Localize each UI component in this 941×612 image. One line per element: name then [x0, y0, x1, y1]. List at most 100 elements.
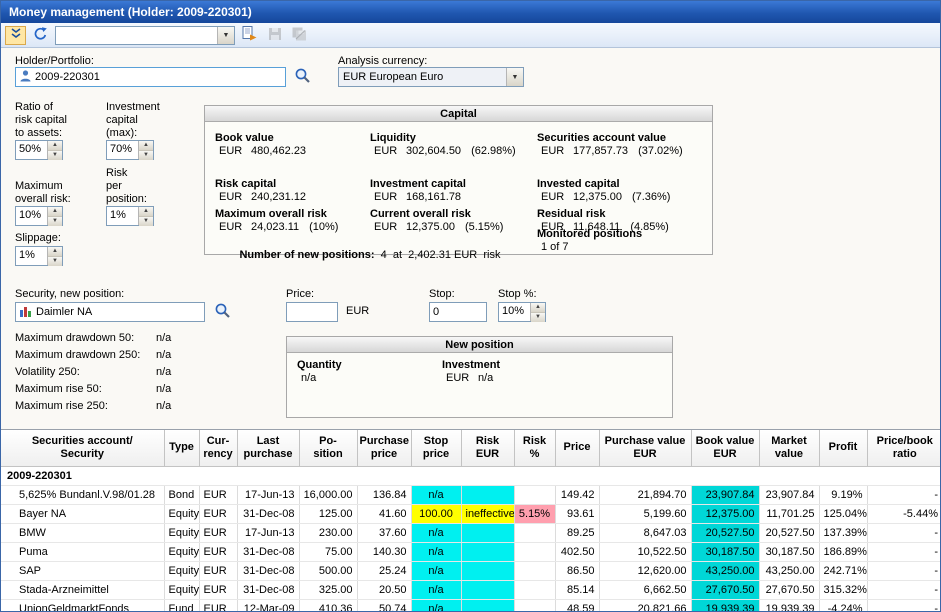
table-cell: 89.25: [555, 523, 599, 542]
table-row[interactable]: BMWEquityEUR17-Jun-13230.0037.60n/a89.25…: [1, 523, 940, 542]
column-header[interactable]: Po- sition: [299, 430, 357, 466]
table-cell: EUR: [199, 599, 237, 611]
toolbar-combobox[interactable]: ▼: [55, 26, 235, 45]
risk-per-position-label: Risk per position:: [106, 167, 147, 206]
column-header[interactable]: Book value EUR: [691, 430, 759, 466]
chevron-down-icon[interactable]: ▼: [506, 68, 523, 86]
spinner-up-button[interactable]: ▲: [139, 207, 153, 217]
maximum-overall-risk-spinner[interactable]: 10% ▲▼: [15, 206, 63, 226]
table-cell: [514, 561, 555, 580]
table-cell: 20.50: [357, 580, 411, 599]
content-area: Holder/Portfolio: 2009-220301 Analysis c…: [1, 48, 940, 611]
table-cell: 31-Dec-08: [237, 504, 299, 523]
table-cell: Puma: [1, 542, 164, 561]
table-row[interactable]: Bayer NAEquityEUR31-Dec-08125.0041.60100…: [1, 504, 940, 523]
column-header[interactable]: Risk %: [514, 430, 555, 466]
spinner-up-button[interactable]: ▲: [139, 141, 153, 151]
table-cell: -5.44%: [867, 504, 940, 523]
table-cell: 137.39%: [819, 523, 867, 542]
slippage-spinner[interactable]: 1% ▲▼: [15, 246, 63, 266]
table-cell: 12,620.00: [599, 561, 691, 580]
holder-search-button[interactable]: [291, 66, 313, 88]
spinner-value: 1%: [16, 247, 47, 265]
spinner-up-button[interactable]: ▲: [531, 303, 545, 313]
table-cell: 19,939.39: [691, 599, 759, 611]
spinner-down-button[interactable]: ▼: [48, 151, 62, 160]
capital-investment-capital: Investment capital EUR168,161.78: [370, 178, 471, 204]
stop-pct-spinner[interactable]: 10% ▲▼: [498, 302, 546, 322]
table-cell: UnionGeldmarktFonds: [1, 599, 164, 611]
table-cell: 21,894.70: [599, 485, 691, 504]
table-cell: [514, 542, 555, 561]
security-value: Daimler NA: [36, 306, 92, 318]
column-header[interactable]: Purchase price: [357, 430, 411, 466]
spinner-value: 1%: [107, 207, 138, 225]
spinner-up-button[interactable]: ▲: [48, 141, 62, 151]
table-cell: Equity: [164, 504, 199, 523]
table-cell: 5.15%: [514, 504, 555, 523]
table-cell: EUR: [199, 485, 237, 504]
column-header[interactable]: Risk EUR: [461, 430, 514, 466]
spinner-up-button[interactable]: ▲: [48, 247, 62, 257]
table-cell: 86.50: [555, 561, 599, 580]
export-button[interactable]: [239, 26, 260, 45]
spinner-down-button[interactable]: ▼: [48, 217, 62, 226]
holder-portfolio-input[interactable]: 2009-220301: [15, 67, 286, 87]
table-cell: 12-Mar-09: [237, 599, 299, 611]
spinner-down-button[interactable]: ▼: [139, 217, 153, 226]
spinner-down-button[interactable]: ▼: [531, 313, 545, 322]
table-row[interactable]: UnionGeldmarktFondsFundEUR12-Mar-09410.3…: [1, 599, 940, 611]
table-cell: 325.00: [299, 580, 357, 599]
table-cell: 5,625% Bundanl.V.98/01.28: [1, 485, 164, 504]
table-cell: 5,199.60: [599, 504, 691, 523]
column-header[interactable]: Price/book ratio: [867, 430, 940, 466]
expand-menu-button[interactable]: [5, 26, 26, 45]
stop-label: Stop:: [429, 288, 455, 301]
column-header[interactable]: Cur- rency: [199, 430, 237, 466]
table-cell: 31-Dec-08: [237, 542, 299, 561]
table-cell: [461, 542, 514, 561]
table-cell: Fund: [164, 599, 199, 611]
stat-max-rise-250: Maximum rise 250:n/a: [15, 400, 255, 414]
table-cell: n/a: [411, 599, 461, 611]
capital-liquidity: Liquidity EUR302,604.50(62.98%): [370, 132, 516, 158]
table-cell: 19,939.39: [759, 599, 819, 611]
column-header[interactable]: Price: [555, 430, 599, 466]
spinner-down-button[interactable]: ▼: [139, 151, 153, 160]
spinner-down-button[interactable]: ▼: [48, 257, 62, 266]
analysis-currency-select[interactable]: EUR European Euro ▼: [338, 67, 524, 87]
export-icon: [242, 26, 257, 44]
security-search-button[interactable]: [211, 301, 233, 323]
stop-input[interactable]: [429, 302, 487, 322]
risk-per-position-spinner[interactable]: 1% ▲▼: [106, 206, 154, 226]
table-cell: 37.60: [357, 523, 411, 542]
spinner-up-button[interactable]: ▲: [48, 207, 62, 217]
group-row[interactable]: 2009-220301: [1, 466, 940, 485]
ratio-risk-capital-spinner[interactable]: 50% ▲▼: [15, 140, 63, 160]
refresh-button[interactable]: [30, 26, 51, 45]
table-row[interactable]: SAPEquityEUR31-Dec-08500.0025.24n/a86.50…: [1, 561, 940, 580]
table-row[interactable]: Stada-ArzneimittelEquityEUR31-Dec-08325.…: [1, 580, 940, 599]
price-input[interactable]: [286, 302, 338, 322]
column-header[interactable]: Market value: [759, 430, 819, 466]
investment-capital-max-spinner[interactable]: 70% ▲▼: [106, 140, 154, 160]
column-header[interactable]: Purchase value EUR: [599, 430, 691, 466]
column-header[interactable]: Profit: [819, 430, 867, 466]
table-row[interactable]: 5,625% Bundanl.V.98/01.28BondEUR17-Jun-1…: [1, 485, 940, 504]
security-input[interactable]: Daimler NA: [15, 302, 205, 322]
table-cell: n/a: [411, 542, 461, 561]
column-header[interactable]: Securities account/ Security: [1, 430, 164, 466]
table-cell: 140.30: [357, 542, 411, 561]
column-header[interactable]: Last purchase: [237, 430, 299, 466]
chevron-down-icon[interactable]: ▼: [217, 27, 234, 44]
table-cell: 20,527.50: [759, 523, 819, 542]
table-row[interactable]: PumaEquityEUR31-Dec-0875.00140.30n/a402.…: [1, 542, 940, 561]
capital-maximum-overall-risk: Maximum overall risk EUR24,023.11(10%): [215, 208, 338, 234]
ratio-risk-capital-label: Ratio of risk capital to assets:: [15, 101, 67, 140]
column-header[interactable]: Stop price: [411, 430, 461, 466]
table-cell: 242.71%: [819, 561, 867, 580]
table-cell: 30,187.50: [759, 542, 819, 561]
table-cell: n/a: [411, 485, 461, 504]
column-header[interactable]: Type: [164, 430, 199, 466]
table-cell: 43,250.00: [691, 561, 759, 580]
